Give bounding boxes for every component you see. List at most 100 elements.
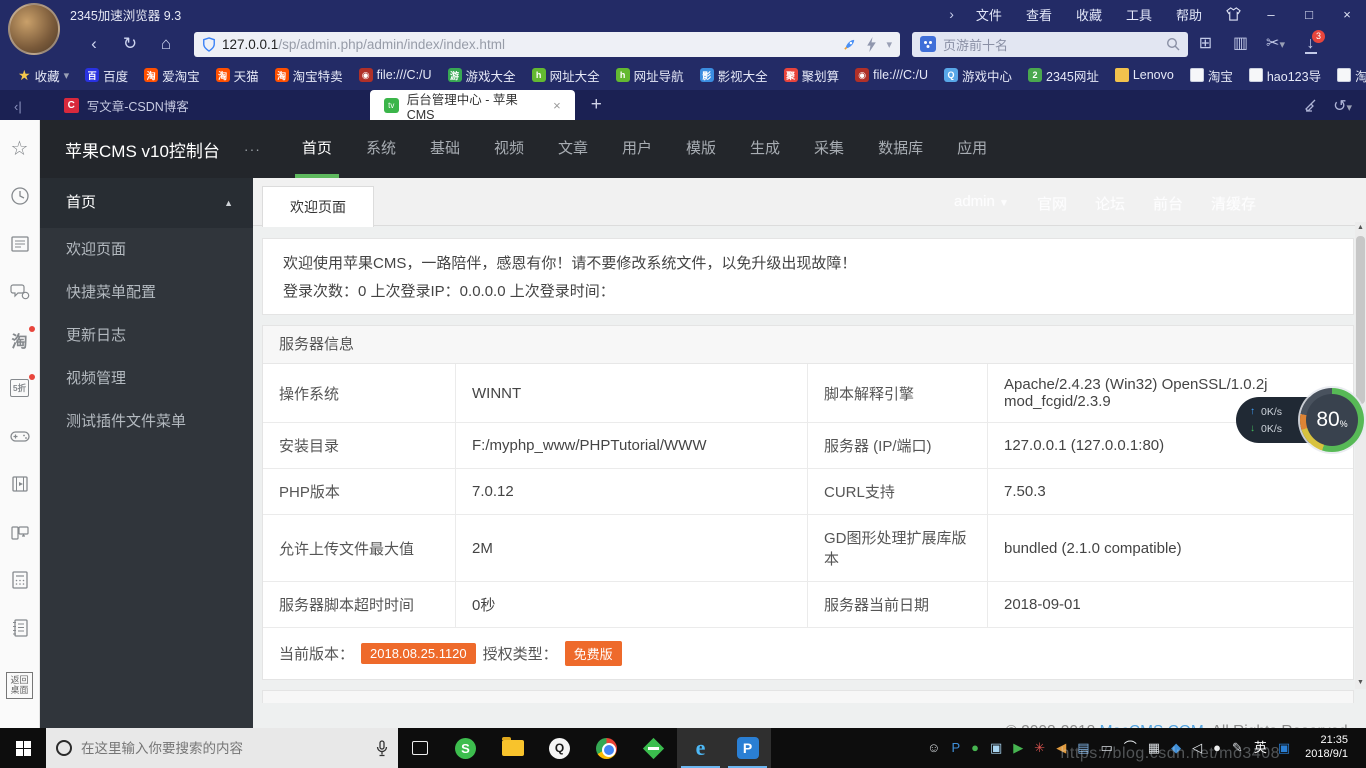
search-icon[interactable] <box>1166 37 1180 51</box>
nav-article[interactable]: 文章 <box>541 120 605 178</box>
bookmark-item[interactable]: ◉file:///C:/U <box>847 68 936 82</box>
nav-generate[interactable]: 生成 <box>733 120 797 178</box>
nav-collect[interactable]: 采集 <box>797 120 861 178</box>
app-speed-tool[interactable]: S <box>442 728 489 768</box>
sidebar-item-video-manage[interactable]: 视频管理 <box>40 357 253 400</box>
sidebar-section-home[interactable]: 首页 ▲ <box>40 178 253 228</box>
app-file-explorer[interactable] <box>489 728 536 768</box>
chat-icon[interactable] <box>8 280 32 304</box>
close-button[interactable]: × <box>1328 7 1366 22</box>
calculator-icon[interactable] <box>8 568 32 592</box>
nav-apps[interactable]: 应用 <box>940 120 1004 178</box>
sidebar-item-welcome[interactable]: 欢迎页面 <box>40 228 253 271</box>
tray-player-icon[interactable]: ▶ <box>1013 728 1023 768</box>
bookmark-item[interactable]: h网址大全 <box>524 66 608 85</box>
speed-monitor-widget[interactable]: ↑0K/s ↓0K/s 80% <box>1236 388 1364 452</box>
app-green-diamond[interactable] <box>630 728 677 768</box>
bookmark-item[interactable]: Lenovo <box>1107 68 1182 82</box>
link-frontend[interactable]: 前台 <box>1153 193 1183 214</box>
app-2345-browser[interactable]: P <box>724 728 771 768</box>
favorites-menu[interactable]: ★ 收藏 ▾ <box>10 66 77 85</box>
task-view-icon[interactable] <box>398 728 442 768</box>
tab-close-icon[interactable]: × <box>553 98 561 113</box>
bookmark-item[interactable]: 淘宝9块9 <box>1329 66 1366 85</box>
tab-csdn[interactable]: C 写文章-CSDN博客 <box>50 90 240 120</box>
coupon-icon[interactable]: 5折 <box>8 376 32 400</box>
tray-volume-icon[interactable]: ◁ <box>1192 728 1202 768</box>
sidebar-item-quick-menu[interactable]: 快捷菜单配置 <box>40 271 253 314</box>
bookmark-item[interactable]: Q游戏中心 <box>936 66 1020 85</box>
nav-more-icon[interactable]: ··· <box>244 141 261 157</box>
bookmark-item[interactable]: ◉file:///C:/U <box>351 68 440 82</box>
nav-user[interactable]: 用户 <box>605 120 669 178</box>
bookmark-item[interactable]: 淘爱淘宝 <box>136 66 208 85</box>
computer-icon[interactable] <box>8 520 32 544</box>
lightning-icon[interactable] <box>866 37 877 52</box>
taobao-icon[interactable]: 淘 <box>8 328 32 352</box>
reader-mode-icon[interactable]: ▥ <box>1223 29 1258 59</box>
new-tab-icon[interactable]: + <box>575 94 618 120</box>
bookmark-item[interactable]: 淘天猫 <box>208 66 267 85</box>
menu-view[interactable]: 查看 <box>1014 5 1064 24</box>
tray-keyboard-icon[interactable]: ▦ <box>1148 728 1160 768</box>
address-dropdown-icon[interactable]: ▾ <box>886 38 892 51</box>
bookmark-item[interactable]: 聚聚划算 <box>776 66 848 85</box>
tray-pen-icon[interactable]: ✎ <box>1232 728 1243 768</box>
app-chrome[interactable] <box>583 728 630 768</box>
menu-tools[interactable]: 工具 <box>1114 5 1164 24</box>
app-internet-explorer[interactable]: e <box>677 728 724 768</box>
skin-icon[interactable] <box>1214 7 1252 21</box>
news-icon[interactable] <box>8 232 32 256</box>
screenshot-scissors-icon[interactable]: ✂▾ <box>1258 29 1293 60</box>
video-film-icon[interactable] <box>8 472 32 496</box>
refresh-icon[interactable]: ↻ <box>112 29 148 59</box>
scroll-down-icon[interactable]: ▼ <box>1355 677 1366 689</box>
tray-user-icon[interactable]: ☺ <box>927 728 940 768</box>
history-clock-icon[interactable] <box>8 184 32 208</box>
minimize-button[interactable]: – <box>1252 7 1290 22</box>
maximize-button[interactable]: □ <box>1290 7 1328 22</box>
nav-basic[interactable]: 基础 <box>413 120 477 178</box>
resource-gauge[interactable]: 80% <box>1300 388 1364 452</box>
tray-chat-icon[interactable]: ● <box>971 728 979 768</box>
link-official-site[interactable]: 官网 <box>1037 193 1067 214</box>
download-manager-icon[interactable]: ↓ 3 <box>1293 29 1328 59</box>
tray-monitor-icon[interactable]: ▭ <box>1100 728 1112 768</box>
address-bar[interactable]: 127.0.0.1 /sp/admin.php/admin/index/inde… <box>194 32 900 57</box>
taskbar-search-input[interactable] <box>81 741 331 756</box>
games-gamepad-icon[interactable] <box>8 424 32 448</box>
user-avatar[interactable] <box>8 3 60 55</box>
bookmark-item[interactable]: 影影视大全 <box>692 66 776 85</box>
tab-scroll-left-icon[interactable]: ‹| <box>0 99 36 120</box>
nav-template[interactable]: 模版 <box>669 120 733 178</box>
nav-system[interactable]: 系统 <box>349 120 413 178</box>
ime-language-icon[interactable]: 英 <box>1254 728 1267 768</box>
tray-qq-icon[interactable]: ● <box>1213 728 1221 768</box>
link-clear-cache[interactable]: 清缓存 <box>1211 193 1256 214</box>
scrollbar-thumb[interactable] <box>1356 236 1365 404</box>
sidebar-item-test-plugin[interactable]: 测试插件文件菜单 <box>40 400 253 443</box>
tray-shield-icon[interactable]: ◆ <box>1171 728 1181 768</box>
scroll-up-icon[interactable]: ▲ <box>1355 222 1366 234</box>
bookmark-item[interactable]: 淘淘宝特卖 <box>267 66 351 85</box>
back-icon[interactable]: ‹ <box>76 29 112 59</box>
menu-help[interactable]: 帮助 <box>1164 5 1214 24</box>
undo-icon[interactable]: ↺▾ <box>1333 96 1352 116</box>
browser-search-box[interactable]: 页游前十名 <box>912 32 1188 57</box>
bookmark-item[interactable]: h网址导航 <box>608 66 692 85</box>
nav-home[interactable]: 首页 <box>285 120 349 178</box>
scrollbar[interactable]: ▲ ▼ <box>1355 222 1366 689</box>
tray-contacts-icon[interactable]: ▣ <box>1278 728 1290 768</box>
tray-flower-icon[interactable]: ✳ <box>1034 728 1045 768</box>
link-forum[interactable]: 论坛 <box>1095 193 1125 214</box>
tray-wifi-icon[interactable]: ⌒ <box>1124 728 1137 768</box>
tray-screenshot-icon[interactable]: ▣ <box>990 728 1002 768</box>
nav-database[interactable]: 数据库 <box>861 120 940 178</box>
taskbar-search[interactable] <box>46 728 398 768</box>
tray-p-icon[interactable]: P <box>951 728 960 768</box>
sidebar-item-changelog[interactable]: 更新日志 <box>40 314 253 357</box>
menu-file[interactable]: 文件 <box>964 5 1014 24</box>
tab-cms-admin[interactable]: tv 后台管理中心 - 苹果CMS × <box>370 90 575 120</box>
tab-welcome-page[interactable]: 欢迎页面 <box>262 186 374 227</box>
bookmark-item[interactable]: 淘宝 <box>1182 66 1241 85</box>
